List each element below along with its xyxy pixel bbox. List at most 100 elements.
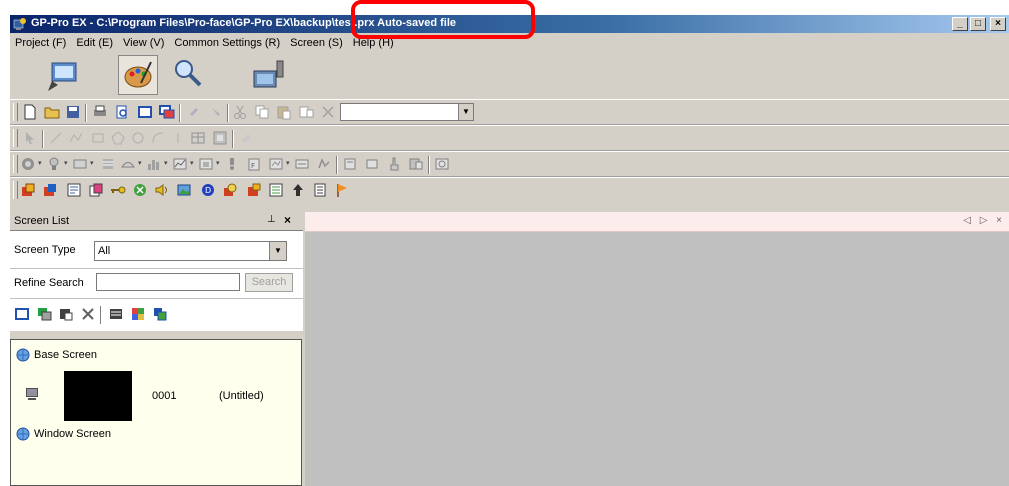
keypad-icon[interactable] — [100, 156, 116, 172]
palette-screen-icon[interactable] — [118, 55, 158, 95]
paste-screen-icon[interactable] — [58, 306, 74, 322]
flag-icon[interactable] — [334, 182, 350, 198]
chevron-down-icon[interactable]: ▾ — [138, 158, 144, 170]
image-registration-icon[interactable] — [176, 182, 192, 198]
peripheral-settings-icon[interactable] — [246, 182, 262, 198]
file-manager-icon[interactable] — [364, 156, 380, 172]
highlight-annotation — [351, 0, 535, 39]
search-button[interactable]: Search — [245, 273, 293, 292]
menu-project[interactable]: Project (F) — [10, 37, 71, 49]
movie-player-icon[interactable] — [408, 156, 424, 172]
open-icon[interactable] — [44, 104, 60, 120]
tab-navigation-controls[interactable]: ◁ ▷ × — [963, 215, 1005, 226]
address-list-icon[interactable] — [290, 182, 306, 198]
save-icon[interactable] — [65, 104, 81, 120]
menu-view[interactable]: View (V) — [118, 37, 169, 49]
panel-header: Screen List ⊥ × — [10, 212, 303, 231]
window-display-icon[interactable] — [198, 156, 214, 172]
work-area[interactable]: ◁ ▷ × — [305, 212, 1009, 486]
panel-close-icon[interactable]: × — [284, 213, 291, 227]
new-icon[interactable] — [22, 104, 38, 120]
chevron-down-icon[interactable]: ▾ — [64, 158, 70, 170]
chevron-down-icon[interactable]: ▾ — [38, 158, 44, 170]
chevron-down-icon[interactable]: ▼ — [269, 242, 286, 260]
draw-toolbar — [10, 125, 1009, 151]
project-icon[interactable] — [44, 55, 84, 95]
print-icon[interactable] — [92, 104, 108, 120]
pin-icon[interactable]: ⊥ — [267, 214, 276, 225]
menu-common-settings[interactable]: Common Settings (R) — [169, 37, 285, 49]
cut-icon — [234, 105, 246, 119]
chevron-down-icon[interactable]: ▾ — [164, 158, 170, 170]
paste-icon — [277, 106, 291, 120]
toolbar-combo[interactable]: ▼ — [340, 103, 474, 121]
screen-properties-icon[interactable] — [108, 306, 124, 322]
chevron-down-icon[interactable]: ▾ — [190, 158, 196, 170]
switch-part-icon[interactable] — [20, 156, 36, 172]
toolbar-grip[interactable] — [13, 103, 18, 121]
key-security-icon[interactable] — [110, 182, 126, 198]
redo-icon — [212, 108, 220, 116]
picture-display-icon[interactable] — [224, 156, 240, 172]
global-window-icon[interactable] — [88, 182, 104, 198]
new-screen-icon[interactable] — [14, 306, 30, 322]
menu-edit[interactable]: Edit (E) — [71, 37, 118, 49]
rectangle-icon — [92, 133, 104, 143]
sampling-icon[interactable] — [316, 156, 332, 172]
parts-toolbar: ▾ ▾ ▾ ▾ ▾ ▾ ▾ F ▾ — [10, 151, 1009, 177]
toolbar-grip[interactable] — [13, 181, 18, 199]
print-preview-icon[interactable] — [114, 104, 130, 120]
image-capture-icon[interactable] — [434, 156, 450, 172]
sound-settings-icon[interactable] — [154, 182, 170, 198]
touch-icon[interactable] — [386, 156, 402, 172]
system-settings-icon[interactable] — [20, 182, 36, 198]
new-screen-icon[interactable] — [137, 104, 153, 120]
trend-graph-icon[interactable] — [172, 156, 188, 172]
lamp-part-icon[interactable] — [46, 156, 62, 172]
alarm-settings-icon[interactable] — [132, 182, 148, 198]
delete-screen-icon[interactable] — [80, 306, 96, 322]
data-transfer-icon[interactable]: D — [200, 182, 216, 198]
screen-type-label: Screen Type — [14, 244, 76, 256]
chevron-down-icon[interactable]: ▼ — [458, 104, 473, 120]
toolbar-separator — [232, 130, 234, 148]
minimize-button[interactable]: _ — [952, 17, 968, 31]
screen-thumbnail[interactable] — [64, 371, 132, 421]
search-screen-icon[interactable] — [168, 55, 208, 95]
data-display-icon[interactable] — [72, 156, 88, 172]
toolbar-grip[interactable] — [13, 129, 18, 147]
message-display-icon[interactable]: F — [246, 156, 262, 172]
category-label: Window Screen — [34, 428, 112, 440]
copy-screen-icon[interactable] — [36, 306, 52, 322]
screen-type-select[interactable]: All ▼ — [94, 241, 287, 261]
alarm-display-icon[interactable] — [268, 156, 284, 172]
search-input[interactable] — [96, 273, 240, 291]
undo-icon — [190, 108, 198, 116]
screen-list[interactable]: Base Screen 0001 (Untitled) Window Scree… — [10, 339, 302, 486]
transfer-device-icon[interactable] — [250, 55, 290, 95]
screen-color-icon[interactable] — [130, 306, 146, 322]
recipe-icon[interactable] — [342, 156, 358, 172]
chevron-down-icon[interactable]: ▾ — [216, 158, 222, 170]
chevron-down-icon[interactable]: ▾ — [90, 158, 96, 170]
symbol-variable-icon[interactable] — [312, 182, 328, 198]
category-base-screen[interactable]: Base Screen — [15, 347, 97, 363]
chevron-down-icon[interactable]: ▾ — [286, 158, 292, 170]
meter-icon[interactable] — [120, 156, 136, 172]
fill-icon — [242, 134, 251, 143]
screen-type-value: All — [98, 245, 111, 257]
menu-screen[interactable]: Screen (S) — [285, 37, 348, 49]
cross-reference-icon[interactable] — [268, 182, 284, 198]
maximize-button[interactable]: □ — [970, 17, 986, 31]
grid-icon — [213, 131, 227, 145]
toolbar-grip[interactable] — [13, 155, 18, 173]
script-icon[interactable] — [66, 182, 82, 198]
close-button[interactable]: × — [990, 17, 1006, 31]
category-window-screen[interactable]: Window Screen — [15, 426, 111, 442]
screen-transfer-icon[interactable] — [152, 306, 168, 322]
device-settings-icon[interactable] — [222, 182, 238, 198]
open-screen-icon[interactable] — [159, 104, 175, 120]
historical-data-icon[interactable] — [294, 156, 310, 172]
logic-settings-icon[interactable] — [42, 182, 58, 198]
bar-graph-icon[interactable] — [146, 156, 162, 172]
